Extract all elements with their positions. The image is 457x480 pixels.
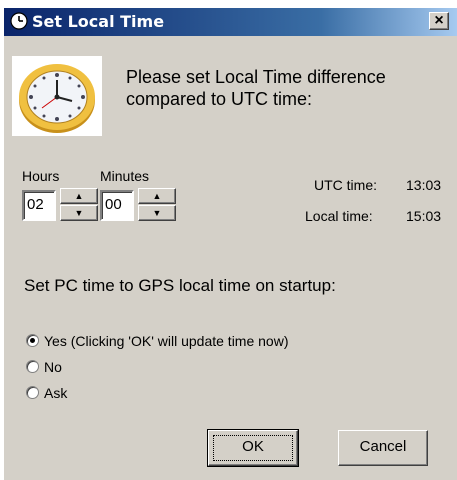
focus-rectangle [213,435,293,461]
radio-yes-label: Yes (Clicking 'OK' will update time now) [44,333,289,349]
up-arrow-icon: ▲ [74,191,84,201]
utc-time-value: 13:03 [406,177,442,193]
up-arrow-icon: ▲ [152,191,162,201]
hours-up-button[interactable]: ▲ [60,188,98,204]
instruction-text: Please set Local Time difference compare… [126,66,386,110]
hours-label: Hours [22,168,60,184]
cancel-button-label: Cancel [359,438,407,455]
radio-no-label: No [44,359,62,375]
utc-time-label: UTC time: [314,177,377,193]
clock-icon [10,12,28,30]
radio-ask-label: Ask [44,385,68,401]
cancel-button[interactable]: Cancel [338,430,428,466]
close-button[interactable]: × [429,12,449,30]
hours-input[interactable]: 02 [22,190,56,221]
instruction-line-1: Please set Local Time difference [126,67,386,87]
instruction-line-2: compared to UTC time: [126,89,313,109]
window-title: Set Local Time [32,12,165,31]
minutes-up-button[interactable]: ▲ [138,188,176,204]
minutes-down-button[interactable]: ▼ [138,205,176,221]
title-bar[interactable]: Set Local Time × [4,8,457,36]
minutes-label: Minutes [100,168,150,184]
clock-icon [12,56,102,136]
minutes-input[interactable]: 00 [100,190,134,221]
ok-button[interactable]: OK [207,429,299,467]
set-local-time-dialog: Set Local Time × Please set Local Time d… [4,8,457,480]
radio-indicator[interactable] [26,334,39,347]
local-time-label: Local time: [305,208,373,224]
radio-indicator[interactable] [26,360,39,373]
local-time-value: 15:03 [406,208,442,224]
down-arrow-icon: ▼ [152,208,162,218]
startup-section-label: Set PC time to GPS local time on startup… [24,276,336,295]
close-icon: × [434,12,444,29]
down-arrow-icon: ▼ [74,208,84,218]
hours-down-button[interactable]: ▼ [60,205,98,221]
radio-indicator[interactable] [26,386,39,399]
